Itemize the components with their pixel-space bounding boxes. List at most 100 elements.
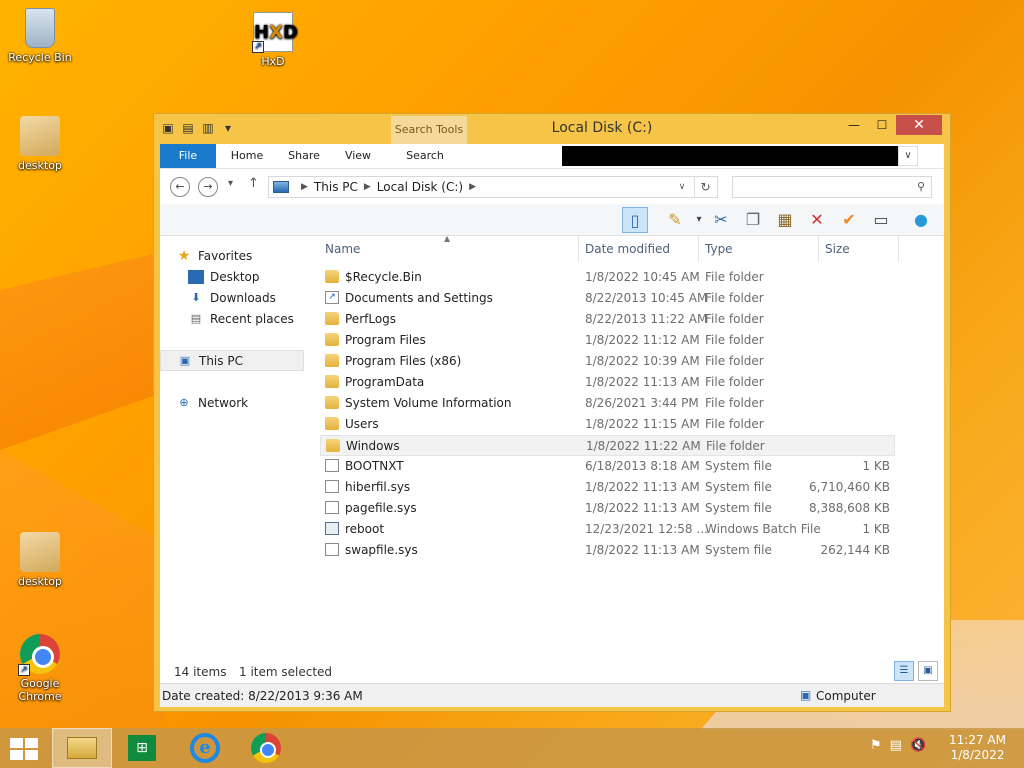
- clock[interactable]: 11:27 AM 1/8/2022: [949, 733, 1006, 763]
- file-row[interactable]: pagefile.sys 1/8/2022 11:13 AM System file…: [320, 498, 895, 519]
- taskbar-file-explorer[interactable]: [52, 728, 112, 768]
- column-divider[interactable]: [898, 236, 899, 262]
- expand-ribbon-icon[interactable]: ∨: [898, 146, 918, 166]
- back-button[interactable]: ←: [170, 177, 190, 197]
- desktop-icon-desktop[interactable]: desktop: [0, 116, 80, 172]
- nav-this-pc[interactable]: ▣ This PC: [160, 350, 304, 371]
- file-size: 1 KB: [862, 522, 890, 536]
- batch-file-icon: [325, 522, 339, 535]
- folder-icon: [325, 354, 339, 367]
- copy-icon[interactable]: ❐: [740, 207, 766, 233]
- file-type: File folder: [705, 291, 764, 305]
- tab-file[interactable]: File: [160, 144, 216, 168]
- file-row[interactable]: System Volume Information 8/26/2021 3:44 …: [320, 393, 895, 414]
- recycle-bin-icon: [25, 8, 55, 48]
- taskbar-internet-explorer[interactable]: e: [175, 728, 235, 768]
- close-button[interactable]: ✕: [896, 115, 942, 135]
- column-divider[interactable]: [578, 236, 579, 262]
- paste-icon[interactable]: ▦: [772, 207, 798, 233]
- column-header-name[interactable]: Name: [325, 242, 360, 256]
- preview-pane-button[interactable]: ▯: [622, 207, 648, 233]
- file-name: $Recycle.Bin: [345, 270, 422, 284]
- desktop-icon-label: desktop: [18, 159, 62, 172]
- nav-desktop[interactable]: Desktop: [188, 266, 332, 287]
- recent-locations-icon[interactable]: ▾: [228, 178, 233, 189]
- file-row[interactable]: Program Files 1/8/2022 11:12 AM File folde…: [320, 330, 895, 351]
- file-type: System file: [705, 480, 772, 494]
- desktop-icon-desktop-2[interactable]: desktop: [0, 532, 80, 588]
- refresh-button[interactable]: ↻: [694, 176, 716, 198]
- breadcrumb-this-pc[interactable]: This PC: [314, 180, 358, 194]
- tab-search[interactable]: Search: [397, 144, 453, 168]
- star-icon: ★: [177, 247, 191, 264]
- forward-button[interactable]: →: [198, 177, 218, 197]
- file-icon: [325, 459, 339, 472]
- computer-icon: ▣: [800, 688, 812, 702]
- status-bar: 14 items 1 item selected ☰ ▣: [160, 661, 944, 683]
- recent-places-icon: ▤: [190, 311, 202, 325]
- file-row[interactable]: ProgramData 1/8/2022 11:13 AM File folder: [320, 372, 895, 393]
- address-dropdown-icon[interactable]: ∨: [672, 176, 692, 198]
- network-icon[interactable]: ▤: [890, 738, 902, 753]
- desktop-icon-google-chrome[interactable]: ↗ Google Chrome: [0, 634, 80, 703]
- taskbar-store[interactable]: ⊞: [112, 728, 172, 768]
- system-tray: ⚑ ▤ 🔇: [870, 738, 926, 753]
- title-bar[interactable]: ▣ ▤ ▥ ▾ Search Tools Local Disk (C:) — ☐…: [154, 114, 950, 144]
- file-row[interactable]: Users 1/8/2022 11:15 AM File folder: [320, 414, 895, 435]
- file-row[interactable]: $Recycle.Bin 1/8/2022 10:45 AM File folder: [320, 267, 895, 288]
- file-row[interactable]: PerfLogs 8/22/2013 11:22 AM File folder: [320, 309, 895, 330]
- file-row[interactable]: BOOTNXT 6/18/2013 8:18 AM System file 1 KB: [320, 456, 895, 477]
- file-row[interactable]: hiberfil.sys 1/8/2022 11:13 AM System file…: [320, 477, 895, 498]
- details-view-button[interactable]: ☰: [894, 661, 914, 681]
- item-count: 14 items: [174, 665, 227, 679]
- cut-icon[interactable]: ✂: [708, 207, 734, 233]
- checkmark-icon[interactable]: ✔: [836, 207, 862, 233]
- large-icons-view-button[interactable]: ▣: [918, 661, 938, 681]
- search-icon[interactable]: ⚲: [917, 180, 925, 193]
- nav-label: Network: [198, 395, 249, 410]
- file-row[interactable]: Windows 1/8/2022 11:22 AM File folder: [320, 435, 895, 456]
- chevron-right-icon[interactable]: ▶: [364, 182, 371, 192]
- minimize-button[interactable]: —: [840, 115, 868, 135]
- nav-network[interactable]: ⊕ Network: [176, 392, 320, 413]
- file-row[interactable]: swapfile.sys 1/8/2022 11:13 AM System file…: [320, 540, 895, 561]
- address-bar[interactable]: ▶ This PC ▶ Local Disk (C:) ▶: [268, 176, 718, 198]
- nav-downloads[interactable]: ⬇ Downloads: [188, 287, 332, 308]
- column-divider[interactable]: [818, 236, 819, 262]
- tab-share[interactable]: Share: [280, 144, 328, 168]
- volume-muted-icon[interactable]: 🔇: [910, 738, 926, 753]
- column-header-size[interactable]: Size: [825, 242, 850, 256]
- globe-icon[interactable]: ●: [908, 207, 934, 233]
- start-button[interactable]: [10, 738, 38, 760]
- flag-icon[interactable]: ⚑: [870, 738, 882, 753]
- file-type: File folder: [705, 354, 764, 368]
- column-divider[interactable]: [698, 236, 699, 262]
- file-row[interactable]: reboot 12/23/2021 12:58 ... Windows Batch …: [320, 519, 895, 540]
- shortcut-arrow-icon: ↗: [252, 41, 264, 53]
- chevron-right-icon: ▶: [301, 182, 308, 192]
- search-box[interactable]: ⚲: [732, 176, 932, 198]
- desktop-icon-recycle-bin[interactable]: Recycle Bin: [0, 8, 80, 64]
- nav-recent-places[interactable]: ▤ Recent places: [188, 308, 332, 329]
- file-row[interactable]: Documents and Settings 8/22/2013 10:45 AM…: [320, 288, 895, 309]
- file-date-modified: 1/8/2022 11:22 AM: [586, 439, 701, 453]
- nav-favorites[interactable]: ★ Favorites: [176, 245, 320, 266]
- delete-icon[interactable]: ✕: [804, 207, 830, 233]
- rename-icon[interactable]: ▭: [868, 207, 894, 233]
- maximize-button[interactable]: ☐: [868, 115, 896, 135]
- column-header-date-modified[interactable]: Date modified: [585, 242, 670, 256]
- tab-home[interactable]: Home: [222, 144, 272, 168]
- file-type: System file: [705, 501, 772, 515]
- properties-button[interactable]: ✎: [662, 207, 688, 233]
- file-date-modified: 6/18/2013 8:18 AM: [585, 459, 700, 473]
- breadcrumb-local-disk[interactable]: Local Disk (C:): [377, 180, 463, 194]
- desktop-icon-hxd[interactable]: HXD ↗ HxD: [233, 12, 313, 68]
- file-row[interactable]: Program Files (x86) 1/8/2022 10:39 AM File…: [320, 351, 895, 372]
- taskbar-chrome[interactable]: [236, 728, 296, 768]
- up-button[interactable]: ↑: [248, 176, 259, 191]
- file-size: 262,144 KB: [820, 543, 890, 557]
- column-header-type[interactable]: Type: [705, 242, 733, 256]
- search-input[interactable]: [737, 179, 907, 195]
- tab-view[interactable]: View: [336, 144, 380, 168]
- chevron-right-icon[interactable]: ▶: [469, 182, 476, 192]
